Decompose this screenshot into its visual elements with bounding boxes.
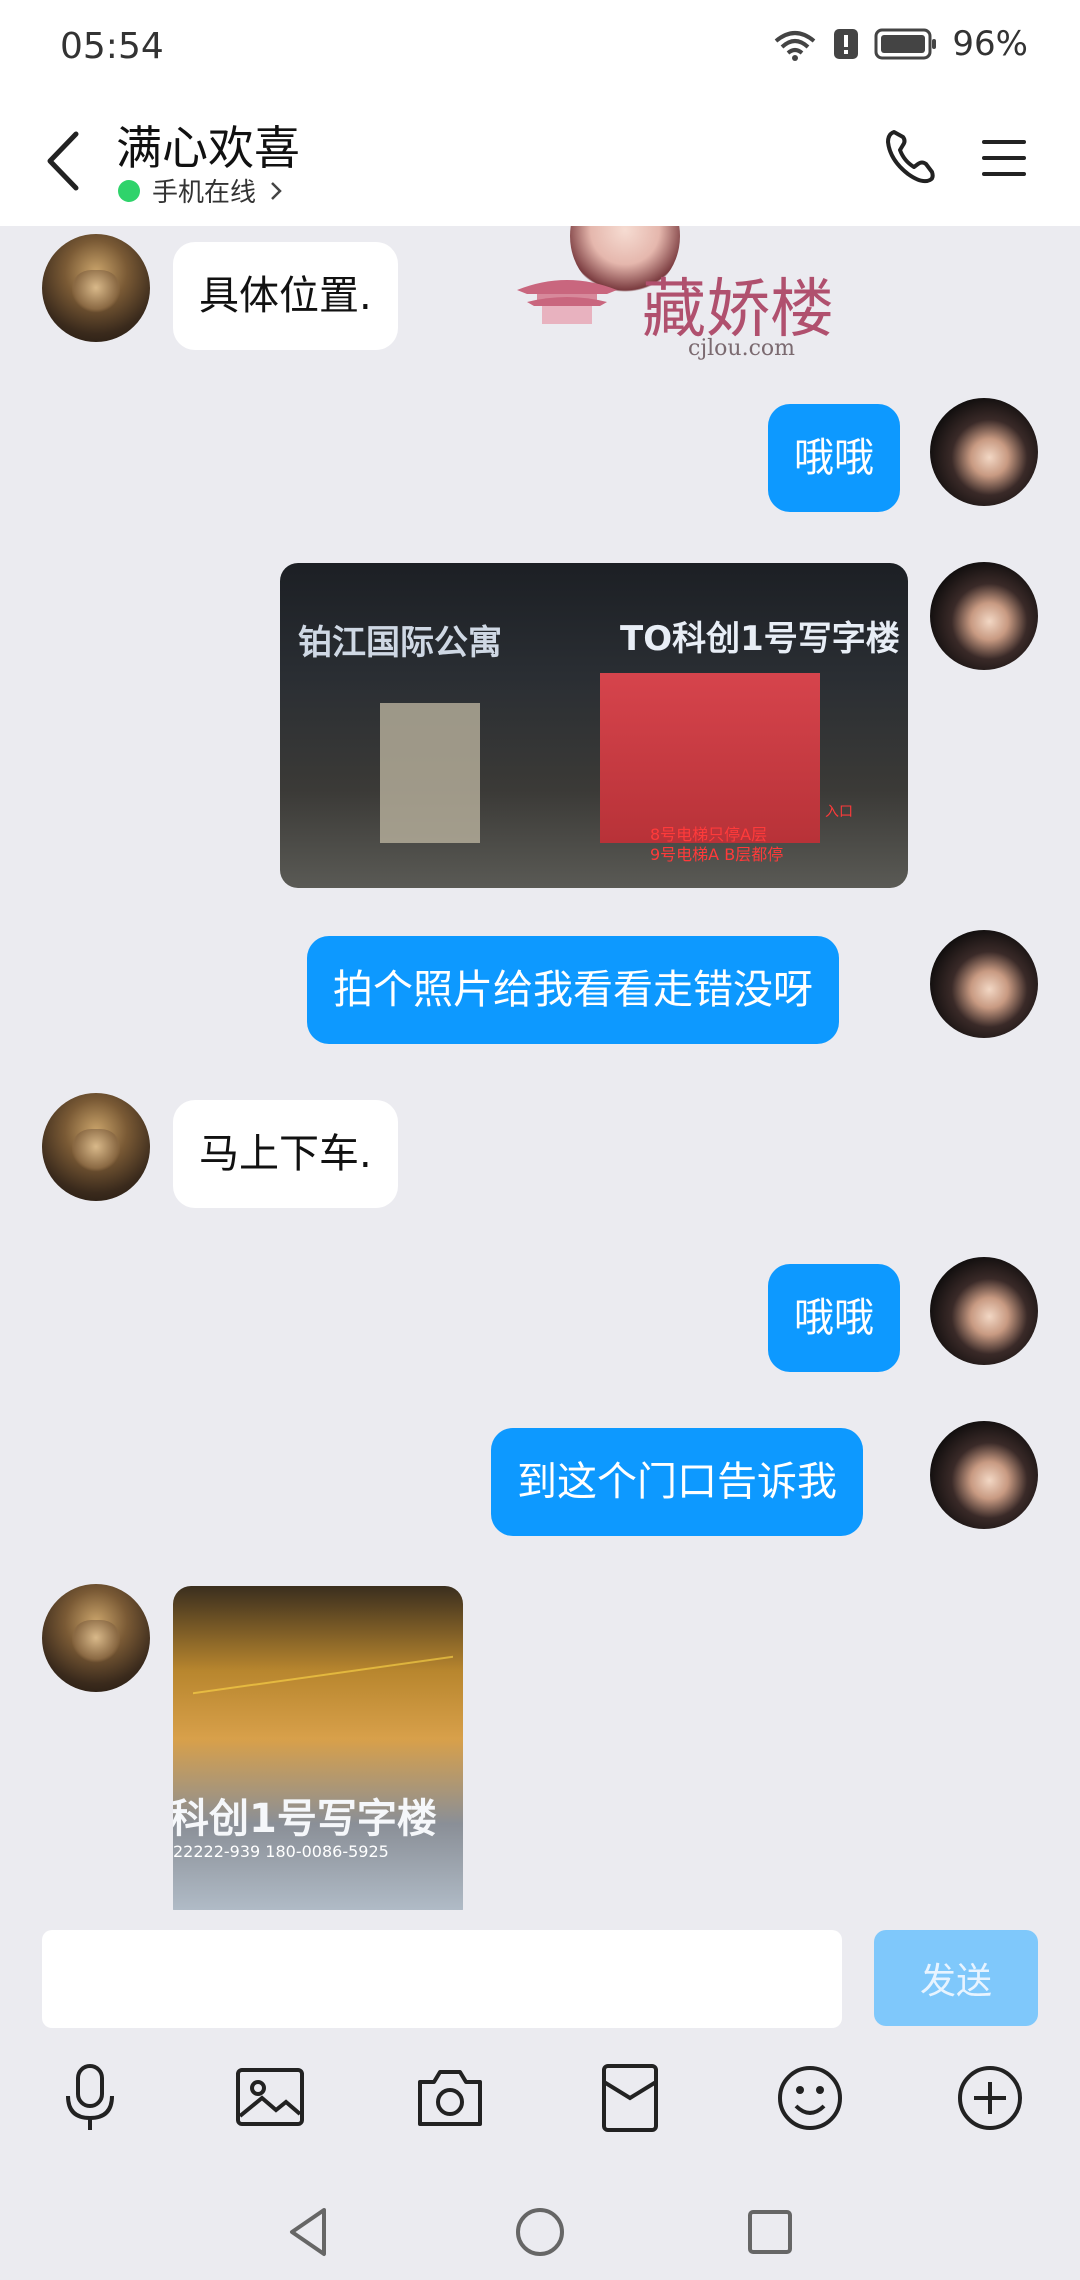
photo-banner [600,673,820,843]
plus-icon[interactable] [952,2060,1028,2136]
image-message-building-sign[interactable]: 科创1号写字楼 22222-939 180-0086-5925 [173,1586,463,1910]
message-bubble-outgoing[interactable]: 哦哦 [768,1264,900,1372]
message-bubble-outgoing[interactable]: 拍个照片给我看看走错没呀 [307,936,839,1044]
message-input[interactable] [42,1930,842,2028]
status-time: 05:54 [60,26,164,67]
wifi-icon [775,31,816,61]
composer: 发送 [0,1910,1080,2280]
chat-message-list[interactable]: 藏娇楼 cjlou.com 具体位置. 哦哦 铂江国际公寓 TO科创1号写字楼 … [0,226,1080,1910]
photo-sign-right: TO科创1号写字楼 [620,619,900,659]
message-bubble-outgoing[interactable]: 哦哦 [768,404,900,512]
send-button[interactable]: 发送 [874,1930,1038,2026]
battery-icon [874,28,937,60]
my-avatar[interactable] [930,930,1038,1038]
phone-icon[interactable] [882,126,938,186]
photo-doorway [380,703,480,843]
contact-avatar[interactable] [42,1584,150,1692]
system-nav-bar [0,2190,1080,2280]
message-bubble-incoming[interactable]: 马上下车. [173,1100,398,1208]
camera-icon[interactable] [412,2060,488,2136]
contact-name[interactable]: 满心欢喜 [116,112,300,178]
image-message-storefront[interactable]: 铂江国际公寓 TO科创1号写字楼 8号电梯只停A层 9号电梯A B层都停 入口 [280,563,908,888]
my-avatar[interactable] [930,398,1038,506]
message-bubble-incoming[interactable]: 具体位置. [173,242,398,350]
chat-header: 满心欢喜 手机在线 [0,96,1080,226]
watermark-url: cjlou.com [688,336,796,361]
status-icons: 96% [772,24,1028,64]
back-arrow-icon[interactable] [38,126,88,196]
photo-handwritten-note: 8号电梯只停A层 9号电梯A B层都停 [650,825,784,864]
contact-avatar[interactable] [42,234,150,342]
microphone-icon[interactable] [52,2060,128,2136]
contact-avatar[interactable] [42,1093,150,1201]
online-status[interactable]: 手机在线 [118,172,284,209]
emoji-icon[interactable] [772,2060,848,2136]
nav-back-icon[interactable] [278,2200,342,2264]
pavilion-icon [517,280,617,324]
message-bubble-outgoing[interactable]: 到这个门口告诉我 [491,1428,863,1536]
composer-toolbar [0,2060,1080,2160]
chevron-right-icon [271,181,282,200]
red-packet-icon[interactable] [592,2060,668,2136]
alert-icon [834,29,859,59]
battery-percent: 96% [952,24,1028,64]
status-bar: 05:54 96% [0,0,1080,96]
nav-home-icon[interactable] [508,2200,572,2264]
photo-neon-lights [193,1586,453,1695]
my-avatar[interactable] [930,562,1038,670]
photo-sign-left: 铂江国际公寓 [298,623,502,663]
online-status-label: 手机在线 [152,178,257,208]
my-avatar[interactable] [930,1257,1038,1365]
photo-phone: 22222-939 180-0086-5925 [173,1842,389,1861]
menu-icon[interactable] [980,136,1028,180]
photo-entrance-note: 入口 [825,804,853,820]
online-dot-icon [118,179,140,202]
watermark-logo: 藏娇楼 cjlou.com [512,226,952,370]
nav-recents-icon[interactable] [738,2200,802,2264]
image-icon[interactable] [232,2060,308,2136]
photo-sign: 科创1号写字楼 [173,1796,437,1842]
my-avatar[interactable] [930,1421,1038,1529]
